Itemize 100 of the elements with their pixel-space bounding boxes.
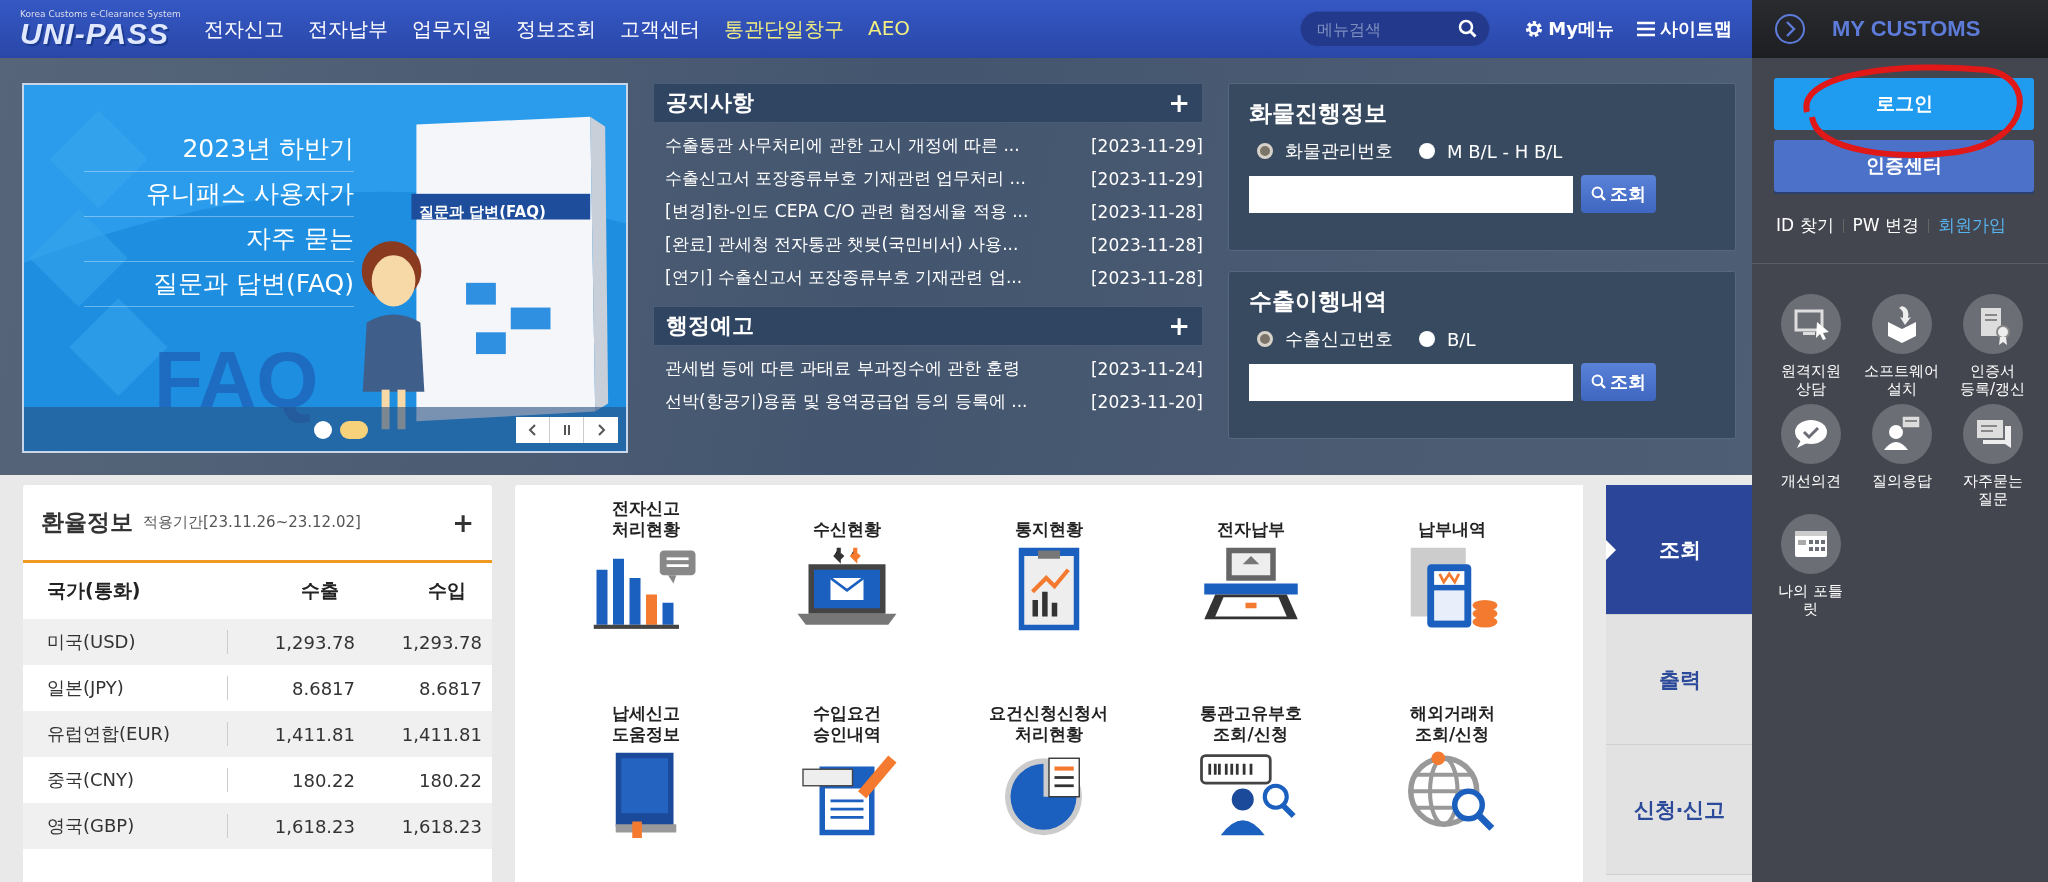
- menu-icon: [1636, 19, 1656, 39]
- banner-headline: 2023년 하반기: [84, 127, 354, 172]
- nav-menu-item[interactable]: 업무지원: [412, 15, 492, 43]
- service-shortcut[interactable]: 납세신고 도움정보: [545, 700, 747, 882]
- lookup-input[interactable]: [1249, 363, 1573, 401]
- service-shortcut[interactable]: 전자납부: [1149, 495, 1352, 700]
- more-button[interactable]: +: [1168, 90, 1190, 116]
- notice-link[interactable]: 선박(항공기)용품 및 용역공급업 등의 등록에 ...: [665, 390, 1028, 413]
- service-shortcut[interactable]: 통지현황: [948, 495, 1150, 700]
- panel-title: 수출이행내역: [1249, 287, 1388, 316]
- table-cell-text: 1,618.23: [400, 815, 482, 837]
- lookup-button[interactable]: 조회: [1581, 175, 1656, 213]
- lookup-input[interactable]: [1249, 175, 1573, 213]
- radio-option[interactable]: 화물관리번호: [1257, 139, 1393, 163]
- quick-link[interactable]: 소프트웨어 설치: [1856, 294, 1947, 398]
- radio-option[interactable]: B/L: [1419, 327, 1476, 351]
- notice-date: [2023-11-28]: [1090, 267, 1203, 288]
- nav-menu-item[interactable]: 전자신고: [204, 15, 284, 43]
- table-cell-text: 미국(USD): [47, 630, 137, 654]
- notice-date: [2023-11-28]: [1090, 201, 1203, 222]
- quick-link[interactable]: 인증서 등록/갱신: [1947, 294, 2038, 398]
- previous-button[interactable]: [516, 417, 550, 443]
- quick-link[interactable]: 원격지원 상담: [1765, 294, 1856, 398]
- period-label: 적용기간[23.11.26~23.12.02]: [143, 513, 361, 532]
- service-label: 납세신고: [611, 703, 680, 724]
- chevron-circle-icon[interactable]: [1774, 13, 1806, 45]
- quick-link[interactable]: 자주묻는 질문: [1947, 404, 2038, 508]
- table-cell-text: 180.22: [291, 769, 355, 791]
- more-button[interactable]: +: [1168, 313, 1190, 339]
- card-title: 환율정보: [41, 508, 133, 537]
- lookup-button[interactable]: 조회: [1581, 363, 1656, 401]
- service-shortcut[interactable]: 요건신청신청서 처리현황: [948, 700, 1150, 882]
- more-button[interactable]: +: [452, 509, 474, 536]
- radio-option[interactable]: M B/L - H B/L: [1419, 139, 1563, 163]
- section-title: 공지사항: [666, 89, 754, 117]
- category-tab[interactable]: 신청·신고: [1606, 745, 1753, 875]
- notice-link[interactable]: [변경]한-인도 CEPA C/O 관련 협정세율 적용 ...: [665, 200, 1029, 223]
- slide-indicator[interactable]: [340, 421, 368, 439]
- banner-headline: 질문과 답변(FAQ): [84, 262, 354, 307]
- sitemap-link[interactable]: 사이트맵: [1636, 17, 1732, 41]
- service-label: 요건신청신청서: [989, 703, 1109, 724]
- table-cell-text: 8.6817: [418, 677, 482, 699]
- nav-menu-item[interactable]: 통관단일창구: [724, 15, 844, 43]
- quick-link[interactable]: 개선의견: [1765, 404, 1856, 508]
- window-grid-icon: [1780, 514, 1841, 574]
- service-shortcut[interactable]: 납부내역: [1351, 495, 1553, 700]
- radio-button[interactable]: [1419, 331, 1435, 347]
- service-shortcut[interactable]: 수신현황: [746, 495, 949, 700]
- nav-menu-item[interactable]: 고객센터: [620, 15, 700, 43]
- account-link[interactable]: 회원가입: [1938, 214, 2006, 237]
- service-shortcut[interactable]: 수입요건 승인내역: [746, 700, 949, 882]
- notice-date: [2023-11-24]: [1090, 358, 1203, 379]
- notice-link[interactable]: 수출신고서 포장종류부호 기재관련 업무처리 ...: [665, 167, 1026, 190]
- quick-link[interactable]: 질의응답: [1856, 404, 1947, 508]
- notice-link[interactable]: [완료] 관세청 전자통관 챗봇(국민비서) 사용...: [665, 233, 1019, 256]
- column-header: 국가(통화): [47, 578, 142, 603]
- nav-menu-item[interactable]: AEO: [868, 15, 911, 43]
- my-menu-link[interactable]: My메뉴: [1524, 17, 1614, 41]
- certificate-center-button[interactable]: 인증센터: [1774, 140, 2034, 192]
- nav-menu-item[interactable]: 전자납부: [308, 15, 388, 43]
- nav-menu-item[interactable]: 정보조회: [516, 15, 596, 43]
- service-label: 통관고유부호: [1199, 703, 1302, 724]
- quick-link-label: 원격지원: [1780, 362, 1841, 380]
- table-cell-text: 중국(CNY): [47, 768, 136, 792]
- service-shortcut[interactable]: 통관고유부호 조회/신청: [1149, 700, 1352, 882]
- radio-button[interactable]: [1257, 331, 1273, 347]
- category-tab[interactable]: 조회: [1606, 485, 1753, 615]
- service-label: 수입요건: [813, 703, 882, 724]
- logo[interactable]: UNI-PASS: [20, 19, 200, 49]
- radio-button[interactable]: [1419, 143, 1435, 159]
- service-shortcut[interactable]: 해외거래처 조회/신청: [1351, 700, 1553, 882]
- notice-date: [2023-11-29]: [1090, 135, 1203, 156]
- table-cell-text: 1,411.81: [273, 723, 355, 745]
- search-icon: [1591, 186, 1607, 202]
- table-cell-text: 일본(JPY): [47, 676, 125, 700]
- quick-link-label: 나의 포틀: [1778, 582, 1843, 600]
- menu-search-field[interactable]: 메뉴검색: [1300, 11, 1491, 47]
- table-cell-text: 180.22: [418, 769, 482, 791]
- quick-link[interactable]: 나의 포틀 릿: [1765, 514, 1856, 618]
- notice-link[interactable]: 수출통관 사무처리에 관한 고시 개정에 따른 ...: [665, 134, 1020, 157]
- banner-headline: 자주 묻는: [84, 217, 354, 262]
- service-shortcut[interactable]: 전자신고 처리현황: [545, 495, 747, 700]
- panel-title: MY CUSTOMS: [1832, 16, 1981, 42]
- category-tab[interactable]: 출력: [1606, 615, 1753, 745]
- chat-check-icon: [1780, 404, 1841, 464]
- service-label: 도움정보: [611, 723, 680, 744]
- quick-link-label: 질문: [1976, 490, 2009, 508]
- quick-link-label: 인증서: [1969, 362, 2016, 380]
- notice-date: [2023-11-29]: [1090, 168, 1203, 189]
- account-link[interactable]: PW 변경: [1852, 214, 1919, 237]
- notice-link[interactable]: 관세법 등에 따른 과태료 부과징수에 관한 훈령: [665, 357, 1021, 380]
- radio-button[interactable]: [1257, 143, 1273, 159]
- service-label: 수신현황: [813, 518, 882, 539]
- book-title: 질문과 답변(FAQ): [419, 203, 546, 222]
- notice-link[interactable]: [연기] 수출신고서 포장종류부호 기재관련 업...: [665, 266, 1023, 289]
- service-label: 조회/신청: [1414, 723, 1491, 744]
- table-cell-text: 1,411.81: [400, 723, 482, 745]
- radio-option[interactable]: 수출신고번호: [1257, 327, 1393, 351]
- search-icon: [1458, 19, 1479, 39]
- account-link[interactable]: ID 찾기: [1776, 214, 1834, 237]
